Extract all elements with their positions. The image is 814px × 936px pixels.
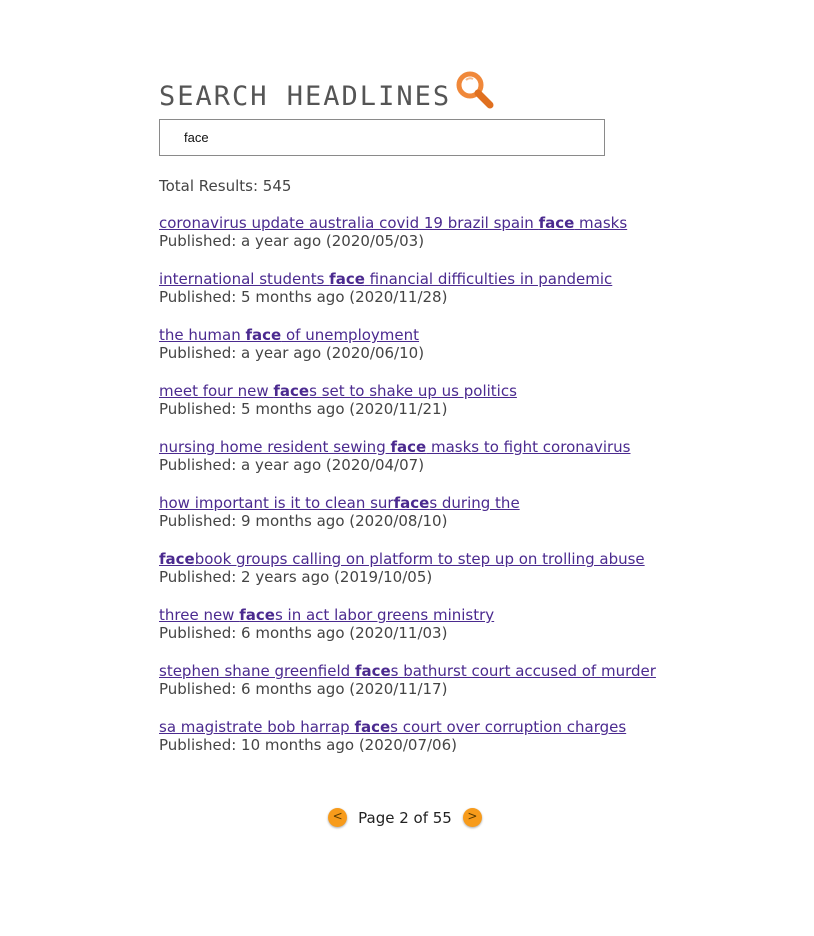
prev-page-button[interactable]: < <box>328 808 348 827</box>
header: SEARCH HEADLINES <box>159 70 759 110</box>
headline-link[interactable]: three new faces in act labor greens mini… <box>159 606 759 624</box>
result-item: international students face financial di… <box>159 270 759 326</box>
published-date: Published: a year ago (2020/04/07) <box>159 456 425 474</box>
headline-text: how important is it to clean sur <box>159 494 394 512</box>
headline-highlight: face <box>245 326 282 344</box>
magnifier-icon <box>455 70 495 110</box>
headline-text: s during the <box>429 494 520 512</box>
pagination: < Page 2 of 55 > <box>0 808 812 827</box>
headline-text: coronavirus update australia covid 19 br… <box>159 214 539 232</box>
headline-text: masks <box>574 214 628 232</box>
headline-text: s in act labor greens ministry <box>274 606 495 624</box>
results-list: coronavirus update australia covid 19 br… <box>159 214 759 774</box>
headline-text: meet four new <box>159 382 274 400</box>
published-date: Published: 9 months ago (2020/08/10) <box>159 512 448 530</box>
published-date: Published: 2 years ago (2019/10/05) <box>159 568 433 586</box>
published-date: Published: a year ago (2020/05/03) <box>159 232 425 250</box>
headline-link[interactable]: facebook groups calling on platform to s… <box>159 550 759 568</box>
result-item: three new faces in act labor greens mini… <box>159 606 759 662</box>
headline-highlight: face <box>159 550 195 568</box>
headline-text: book groups calling on platform to step … <box>194 550 645 568</box>
headline-link[interactable]: coronavirus update australia covid 19 br… <box>159 214 759 232</box>
headline-highlight: face <box>393 494 430 512</box>
result-item: the human face of unemployment Published:… <box>159 326 759 382</box>
headline-link[interactable]: international students face financial di… <box>159 270 759 288</box>
headline-text: international students <box>159 270 330 288</box>
headline-highlight: face <box>354 718 391 736</box>
result-item: sa magistrate bob harrap faces court ove… <box>159 718 759 774</box>
next-page-button[interactable]: > <box>462 808 482 827</box>
result-item: nursing home resident sewing face masks … <box>159 438 759 494</box>
headline-highlight: face <box>273 382 310 400</box>
result-item: stephen shane greenfield faces bathurst … <box>159 662 759 718</box>
published-date: Published: 5 months ago (2020/11/21) <box>159 400 448 418</box>
headline-highlight: face <box>390 438 427 456</box>
page-indicator: Page 2 of 55 <box>358 808 452 827</box>
page-title: SEARCH HEADLINES <box>159 81 452 112</box>
headline-highlight: face <box>354 662 391 680</box>
headline-link[interactable]: the human face of unemployment <box>159 326 759 344</box>
search-box <box>159 119 605 156</box>
app-root: SEARCH HEADLINES Total Results: 545 coro… <box>0 0 814 936</box>
total-results: Total Results: 545 <box>159 177 292 195</box>
result-item: meet four new faces set to shake up us p… <box>159 382 759 438</box>
headline-highlight: face <box>239 606 275 624</box>
headline-text: financial difficulties in pandemic <box>364 270 613 288</box>
headline-text: s bathurst court accused of murder <box>390 662 656 680</box>
headline-text: s court over corruption charges <box>390 718 627 736</box>
headline-text: masks to fight coronavirus <box>426 438 631 456</box>
published-date: Published: a year ago (2020/06/10) <box>159 344 425 362</box>
headline-text: sa magistrate bob harrap <box>159 718 355 736</box>
search-input[interactable] <box>184 130 584 145</box>
published-date: Published: 6 months ago (2020/11/03) <box>159 624 448 642</box>
headline-link[interactable]: meet four new faces set to shake up us p… <box>159 382 759 400</box>
headline-highlight: face <box>538 214 575 232</box>
headline-highlight: face <box>329 270 365 288</box>
headline-link[interactable]: stephen shane greenfield faces bathurst … <box>159 662 759 680</box>
result-item: how important is it to clean surfaces du… <box>159 494 759 550</box>
result-item: coronavirus update australia covid 19 br… <box>159 214 759 270</box>
headline-text: s set to shake up us politics <box>309 382 517 400</box>
headline-text: of unemployment <box>281 326 420 344</box>
published-date: Published: 10 months ago (2020/07/06) <box>159 736 457 754</box>
headline-text: the human <box>159 326 246 344</box>
published-date: Published: 6 months ago (2020/11/17) <box>159 680 448 698</box>
headline-text: three new <box>159 606 240 624</box>
headline-link[interactable]: sa magistrate bob harrap faces court ove… <box>159 718 759 736</box>
published-date: Published: 5 months ago (2020/11/28) <box>159 288 448 306</box>
magnifier-icon-svg <box>456 71 494 109</box>
headline-text: nursing home resident sewing <box>159 438 391 456</box>
headline-text: stephen shane greenfield <box>159 662 355 680</box>
headline-link[interactable]: nursing home resident sewing face masks … <box>159 438 759 456</box>
headline-link[interactable]: how important is it to clean surfaces du… <box>159 494 759 512</box>
main-content: SEARCH HEADLINES Total Results: 545 coro… <box>159 70 759 774</box>
result-item: facebook groups calling on platform to s… <box>159 550 759 606</box>
